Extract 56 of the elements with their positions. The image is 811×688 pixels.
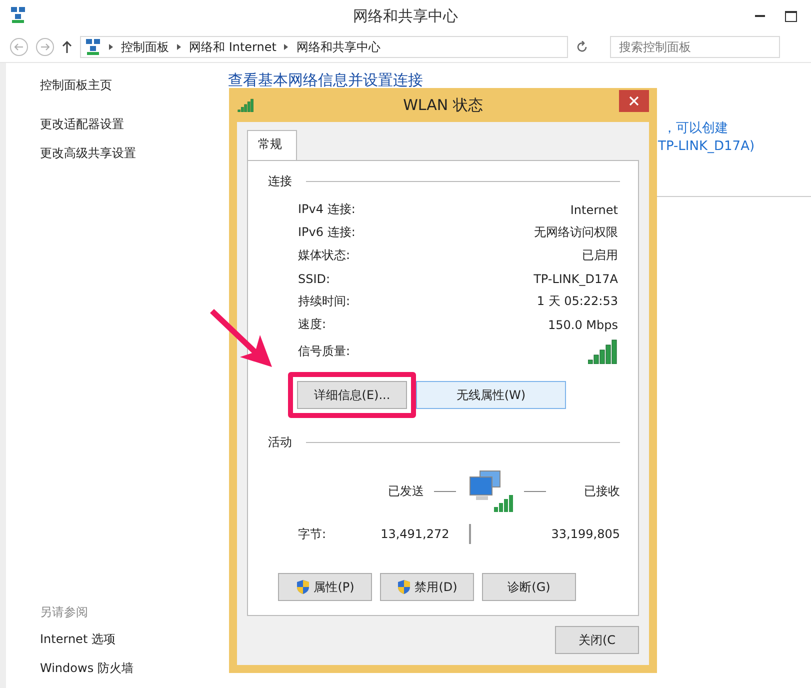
sent-label: 已发送 — [388, 482, 424, 500]
field-label: 信号质量: — [298, 342, 350, 360]
up-arrow-icon[interactable] — [62, 41, 72, 53]
refresh-icon[interactable] — [576, 41, 588, 53]
bytes-label: 字节: — [298, 526, 326, 542]
forward-arrow-icon — [40, 43, 50, 51]
address-bar[interactable]: 控制面板 网络和 Internet 网络和共享中心 — [80, 36, 568, 58]
field-label: 持续时间: — [298, 293, 350, 310]
close-button[interactable] — [619, 90, 649, 112]
dialog-button[interactable]: 详细信息(E)... — [297, 381, 407, 409]
field-label: 速度: — [298, 316, 326, 333]
shield-icon — [396, 579, 411, 595]
field-label: SSID: — [298, 272, 330, 286]
back-arrow-icon — [14, 43, 24, 51]
field-value: 已启用 — [582, 247, 618, 264]
dialog-button[interactable]: 无线属性(W) — [416, 381, 566, 409]
section-heading: 活动 — [268, 434, 292, 451]
field-value: 150.0 Mbps — [548, 318, 618, 332]
sidebar-link[interactable]: Internet 选项 — [40, 631, 226, 648]
breadcrumb[interactable]: 网络和 Internet — [189, 38, 276, 56]
field-value: TP-LINK_D17A — [534, 272, 618, 286]
dialog-button[interactable]: 诊断(G) — [482, 573, 576, 601]
sidebar-link[interactable]: Windows 防火墙 — [40, 660, 226, 677]
window-title: 网络和共享中心 — [353, 6, 458, 26]
field-value: 无网络访问权限 — [534, 224, 618, 241]
network-icon — [85, 38, 101, 56]
shield-icon — [296, 579, 310, 595]
search-field[interactable]: 搜索控制面板 — [610, 36, 780, 58]
bytes-sent: 13,491,272 — [380, 527, 450, 541]
dialog-button[interactable]: 禁用(D) — [380, 573, 474, 601]
tab[interactable]: 常规 — [247, 130, 297, 161]
field-label: 媒体状态: — [298, 247, 350, 264]
link-text[interactable]: ，可以创建 — [663, 119, 728, 137]
signal-strength-icon — [588, 338, 618, 364]
maximize-button[interactable] — [785, 10, 797, 22]
signal-icon — [237, 98, 255, 112]
sidebar-link[interactable]: 控制面板主页 — [40, 77, 226, 94]
sidebar-link[interactable]: 更改适配器设置 — [40, 116, 226, 133]
field-label: IPv6 连接: — [298, 224, 356, 241]
section-heading: 连接 — [268, 173, 292, 190]
sidebar-link[interactable]: 更改高级共享设置 — [40, 145, 226, 162]
field-label: IPv4 连接: — [298, 201, 356, 218]
breadcrumb[interactable]: 网络和共享中心 — [296, 38, 380, 56]
network-icon — [10, 6, 26, 24]
breadcrumb[interactable]: 控制面板 — [121, 38, 169, 56]
close-dialog-button[interactable]: 关闭(C — [555, 626, 639, 654]
page-heading: 查看基本网络信息并设置连接 — [228, 71, 423, 89]
bytes-received: 33,199,805 — [551, 527, 620, 541]
dialog-title: WLAN 状态 — [403, 96, 483, 114]
field-value: 1 天 05:22:53 — [536, 293, 618, 310]
see-also-heading: 另请参阅 — [40, 604, 89, 621]
received-label: 已接收 — [584, 482, 620, 500]
close-icon — [629, 96, 639, 106]
dialog-button[interactable]: 属性(P) — [278, 573, 372, 601]
link-text[interactable]: TP-LINK_D17A) — [658, 139, 755, 154]
field-value: Internet — [570, 202, 618, 216]
